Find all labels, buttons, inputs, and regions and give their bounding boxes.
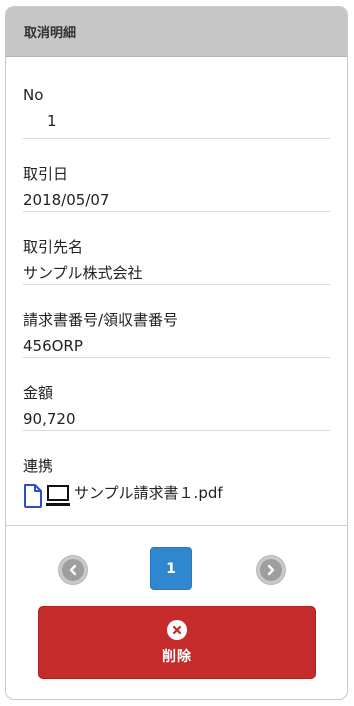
- attachment-link[interactable]: サンプル請求書１.pdf: [23, 483, 330, 509]
- page-number-button[interactable]: 1: [150, 547, 192, 590]
- field-client-name: 取引先名 サンプル株式会社: [23, 212, 330, 285]
- field-attachment: 連携 サンプル請求書１.pdf: [23, 431, 330, 521]
- field-amount: 金額 90,720: [23, 358, 330, 431]
- field-label: 金額: [23, 384, 54, 402]
- field-value: サンプル株式会社: [23, 264, 143, 282]
- prev-page-button[interactable]: [58, 555, 88, 585]
- field-label: 取引日: [23, 165, 69, 183]
- field-invoice-number: 請求書番号/領収書番号 456ORP: [23, 285, 330, 358]
- chevron-left-icon: [62, 559, 84, 581]
- pagination: 1: [6, 547, 347, 591]
- field-value: 1: [47, 112, 57, 130]
- section-divider: [6, 525, 347, 526]
- delete-button[interactable]: 削除: [38, 606, 316, 679]
- field-value: 90,720: [23, 410, 76, 428]
- field-label: No: [23, 86, 44, 104]
- attachment-file-name[interactable]: サンプル請求書１.pdf: [74, 482, 223, 503]
- field-value: 456ORP: [23, 337, 83, 355]
- page-title: 取消明細: [24, 26, 77, 41]
- close-icon: [167, 619, 187, 640]
- next-page-button[interactable]: [256, 555, 286, 585]
- field-transaction-date: 取引日 2018/05/07: [23, 139, 330, 212]
- chevron-right-icon: [260, 559, 282, 581]
- card-header: 取消明細: [6, 7, 347, 57]
- field-label: 取引先名: [23, 238, 84, 256]
- detail-card: 取消明細 No 1 取引日 2018/05/07 取引先名 サンプル株式会社 請…: [5, 6, 348, 700]
- field-no: No 1: [23, 57, 330, 139]
- detail-fields: No 1 取引日 2018/05/07 取引先名 サンプル株式会社 請求書番号/…: [6, 57, 347, 521]
- document-icon: [23, 484, 43, 508]
- delete-button-label: 削除: [162, 648, 192, 665]
- field-value: 2018/05/07: [23, 191, 110, 209]
- field-label: 請求書番号/領収書番号: [23, 311, 179, 329]
- computer-icon: [46, 484, 70, 508]
- field-label: 連携: [23, 457, 54, 475]
